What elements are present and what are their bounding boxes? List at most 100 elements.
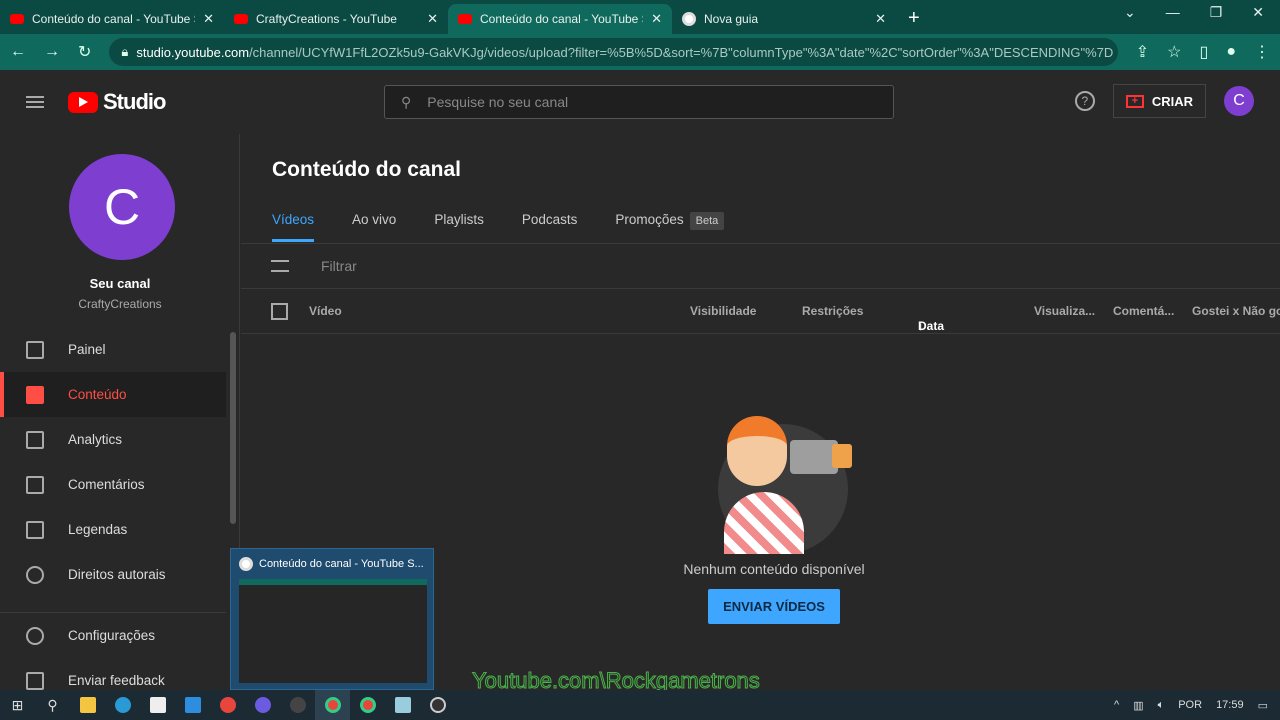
chrome-icon <box>239 557 253 571</box>
network-icon[interactable]: ▥ <box>1133 699 1143 712</box>
share-icon[interactable]: ⇪ <box>1136 42 1149 62</box>
select-all-checkbox[interactable] <box>271 303 288 320</box>
comments-icon <box>26 475 44 494</box>
url-field[interactable]: 🔒︎ studio.youtube.com/channel/UCYfW1FfL2O… <box>109 38 1118 66</box>
channel-name: CraftyCreations <box>78 297 162 311</box>
chrome-icon[interactable] <box>315 690 350 720</box>
close-icon[interactable]: ✕ <box>651 11 662 27</box>
studio-logo[interactable]: Studio <box>68 89 166 115</box>
chrome-icon[interactable] <box>350 690 385 720</box>
edge-icon[interactable] <box>105 690 140 720</box>
browser-tab-active[interactable]: Conteúdo do canal - YouTube Studio✕ <box>448 4 672 34</box>
forward-icon[interactable]: → <box>44 43 60 61</box>
app-icon[interactable] <box>280 690 315 720</box>
taskbar-window-preview[interactable]: Conteúdo do canal - YouTube S... <box>230 548 434 690</box>
content-icon <box>26 385 44 404</box>
page-title: Conteúdo do canal <box>272 158 461 181</box>
volume-icon[interactable]: 🔈︎ <box>1158 699 1165 712</box>
channel-label: Seu canal <box>89 276 151 291</box>
sidebar-item-painel[interactable]: Painel <box>0 327 226 372</box>
reload-icon[interactable]: ↻ <box>78 42 91 62</box>
column-likes: Gostei x Não go... <box>1192 304 1280 318</box>
side-panel-icon[interactable]: ▯ <box>1200 42 1209 62</box>
sidebar-item-legendas[interactable]: Legendas <box>0 507 226 552</box>
column-comments: Comentá... <box>1113 304 1175 318</box>
close-window-button[interactable]: ✕ <box>1252 4 1264 21</box>
column-visibility: Visibilidade <box>690 304 757 318</box>
store-icon[interactable] <box>140 690 175 720</box>
language-indicator[interactable]: POR <box>1178 699 1202 711</box>
address-bar-row: ← → ↻ 🔒︎ studio.youtube.com/channel/UCYfW… <box>0 34 1280 70</box>
content-tabs: Vídeos Ao vivo Playlists Podcasts Promoç… <box>272 212 725 242</box>
tray-chevron-icon[interactable]: ^ <box>1114 699 1119 711</box>
browser-tab[interactable]: Nova guia ✕ <box>672 4 896 34</box>
browser-tab[interactable]: Conteúdo do canal - YouTube Studio✕ <box>0 4 224 34</box>
browser-tab-strip: Conteúdo do canal - YouTube Studio✕ Craf… <box>0 0 1280 34</box>
back-icon[interactable]: ← <box>10 43 26 61</box>
sidebar-item-analytics[interactable]: Analytics <box>0 417 226 462</box>
tab-search-icon[interactable]: ⌄ <box>1124 4 1136 21</box>
youtube-icon <box>234 14 248 24</box>
notifications-icon[interactable]: ▭ <box>1258 699 1268 712</box>
youtube-logo-icon <box>68 91 98 113</box>
subtitles-icon <box>26 520 44 539</box>
media-player-icon[interactable] <box>245 690 280 720</box>
create-button[interactable]: + CRIAR <box>1112 84 1206 118</box>
restore-button[interactable]: ❐ <box>1210 4 1223 21</box>
analytics-icon <box>26 430 44 449</box>
minimize-button[interactable]: — <box>1166 4 1180 21</box>
preview-thumbnail <box>239 579 427 683</box>
help-icon[interactable]: ? <box>1074 91 1095 111</box>
beta-badge: Beta <box>689 212 725 230</box>
profile-icon[interactable]: ● <box>1226 43 1236 61</box>
search-icon[interactable]: ⚲ <box>35 690 70 720</box>
chrome-icon <box>682 12 696 26</box>
lock-icon: 🔒︎ <box>121 44 129 59</box>
filter-icon[interactable] <box>271 260 289 272</box>
dashboard-icon <box>26 340 44 359</box>
empty-state: Nenhum conteúdo disponível ENVIAR VÍDEOS <box>683 414 865 624</box>
browser-tab[interactable]: CraftyCreations - YouTube ✕ <box>224 4 448 34</box>
clock[interactable]: 17:59 <box>1216 699 1244 711</box>
gear-icon <box>26 626 44 645</box>
table-header: Vídeo Visibilidade Restrições Data ↓ Vis… <box>241 289 1280 334</box>
sidebar-item-comentarios[interactable]: Comentários <box>0 462 226 507</box>
copyright-icon <box>26 565 44 584</box>
account-avatar[interactable]: C <box>1224 86 1254 116</box>
sort-down-icon: ↓ <box>918 319 924 333</box>
search-input[interactable]: ⚲ Pesquise no seu canal <box>384 85 894 119</box>
close-icon[interactable]: ✕ <box>203 11 214 27</box>
bookmark-star-icon[interactable]: ☆ <box>1167 42 1181 62</box>
mail-icon[interactable] <box>175 690 210 720</box>
channel-avatar[interactable]: C <box>69 154 175 260</box>
tab-promocoes[interactable]: Promoções Beta <box>615 212 725 242</box>
column-video: Vídeo <box>309 304 342 318</box>
youtube-icon <box>458 14 472 24</box>
tab-podcasts[interactable]: Podcasts <box>522 212 578 242</box>
notepad-icon[interactable] <box>385 690 420 720</box>
new-tab-button[interactable]: + <box>908 7 920 30</box>
tab-ao-vivo[interactable]: Ao vivo <box>352 212 396 242</box>
obs-icon[interactable] <box>420 690 455 720</box>
sidebar-item-configuracoes[interactable]: Configurações <box>0 613 226 658</box>
filter-bar[interactable]: Filtrar <box>241 243 1280 289</box>
sidebar-item-conteudo[interactable]: Conteúdo <box>0 372 226 417</box>
sidebar-scrollbar[interactable] <box>230 332 236 524</box>
sidebar: C Seu canal CraftyCreations Painel Conte… <box>0 134 240 690</box>
tab-videos[interactable]: Vídeos <box>272 212 315 242</box>
sidebar-item-direitos[interactable]: Direitos autorais <box>0 552 226 597</box>
column-views: Visualiza... <box>1034 304 1096 318</box>
hamburger-menu-icon[interactable] <box>26 96 44 108</box>
close-icon[interactable]: ✕ <box>427 11 438 27</box>
windows-start-icon[interactable]: ⊞ <box>0 690 35 720</box>
empty-state-illustration <box>694 414 854 559</box>
upload-videos-button[interactable]: ENVIAR VÍDEOS <box>708 589 840 624</box>
tab-playlists[interactable]: Playlists <box>434 212 484 242</box>
windows-taskbar: ⊞ ⚲ ^ ▥ 🔈︎ POR 17:59 ▭ <box>0 690 1280 720</box>
chrome-icon[interactable] <box>210 690 245 720</box>
menu-icon[interactable]: ⋮ <box>1254 42 1270 62</box>
close-icon[interactable]: ✕ <box>875 11 886 27</box>
empty-state-text: Nenhum conteúdo disponível <box>683 561 865 577</box>
file-explorer-icon[interactable] <box>70 690 105 720</box>
feedback-icon <box>26 671 44 690</box>
